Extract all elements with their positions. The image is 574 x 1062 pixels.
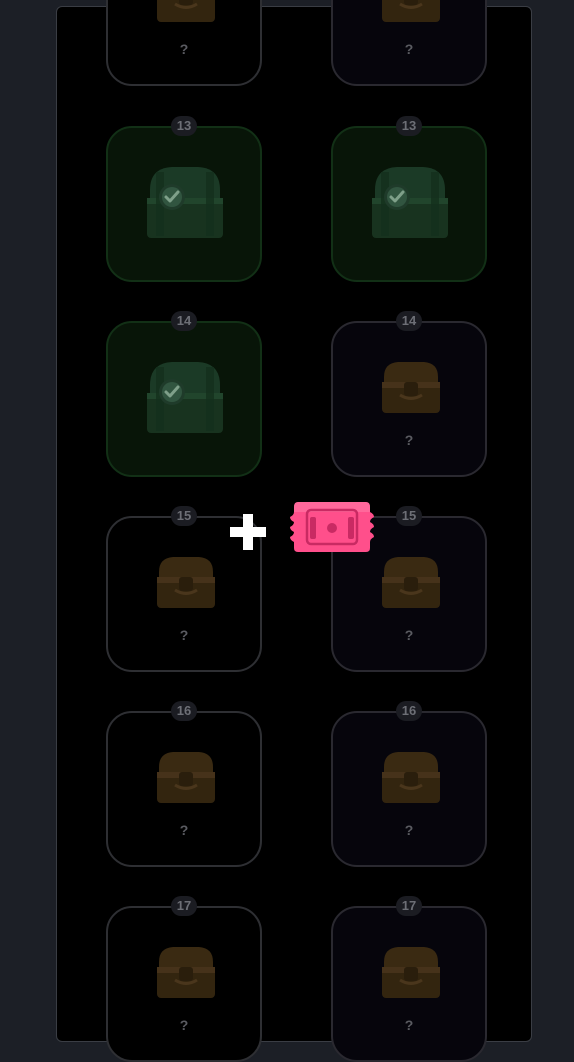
tier-badge: 13 <box>396 116 422 136</box>
reward-tile-right[interactable]: 16 ? <box>331 701 487 867</box>
reward-tile-right[interactable]: 17 ? <box>331 896 487 1062</box>
reward-tile-right[interactable]: ? <box>331 0 487 86</box>
reward-tile-left[interactable]: 16 ? <box>106 701 262 867</box>
tier-badge: 16 <box>396 701 422 721</box>
tier-badge: 15 <box>171 506 197 526</box>
reward-tile-right[interactable]: 13 <box>331 116 487 282</box>
reward-tile-right[interactable]: 14 ? <box>331 311 487 477</box>
reward-unknown-label: ? <box>404 822 414 838</box>
tier-badge: 13 <box>171 116 197 136</box>
reward-unknown-label: ? <box>179 627 189 643</box>
reward-tile-left[interactable]: 14 <box>106 311 262 477</box>
reward-unknown-label: ? <box>179 1017 189 1033</box>
tier-badge: 16 <box>171 701 197 721</box>
tier-badge: 14 <box>396 311 422 331</box>
tier-badge: 14 <box>171 311 197 331</box>
plus-icon <box>230 514 266 550</box>
reward-unknown-label: ? <box>404 432 414 448</box>
reward-tile-left[interactable]: 13 <box>106 116 262 282</box>
tier-badge: 17 <box>396 896 422 916</box>
reward-tile-left[interactable]: 17 ? <box>106 896 262 1062</box>
ticket-icon <box>290 502 374 552</box>
reward-unknown-label: ? <box>179 822 189 838</box>
reward-unknown-label: ? <box>179 41 189 57</box>
reward-unknown-label: ? <box>404 627 414 643</box>
reward-tile-left[interactable]: ? <box>106 0 262 86</box>
tier-badge: 15 <box>396 506 422 526</box>
tier-badge: 17 <box>171 896 197 916</box>
reward-unknown-label: ? <box>404 1017 414 1033</box>
reward-unknown-label: ? <box>404 41 414 57</box>
